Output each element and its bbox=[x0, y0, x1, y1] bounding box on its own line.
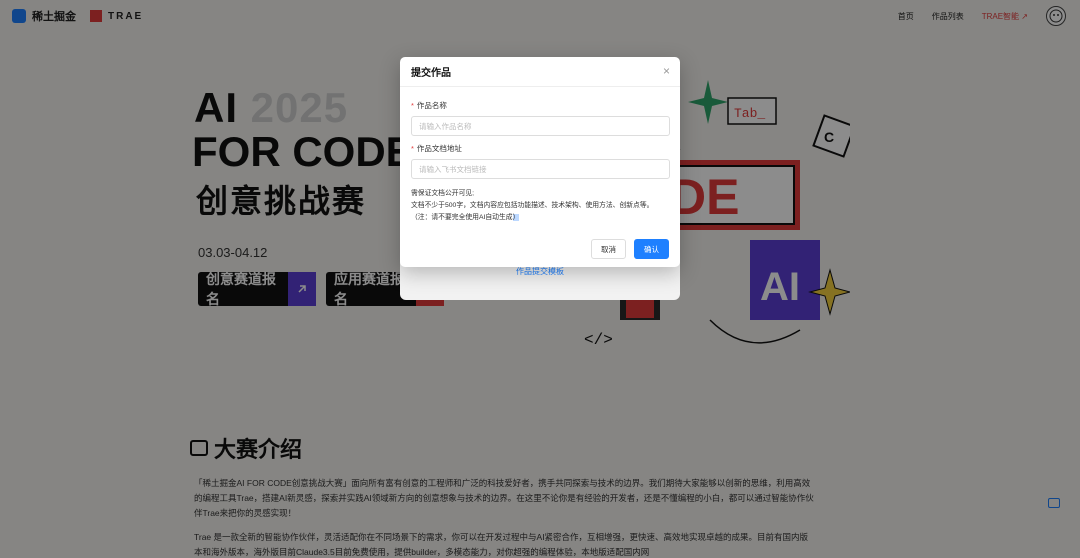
work-url-input[interactable] bbox=[411, 159, 670, 179]
submission-note: 需保证文档公开可见; 文档不少于500字，文档内容应包括功能描述、技术架构、使用… bbox=[411, 190, 654, 221]
work-name-input[interactable] bbox=[411, 116, 670, 136]
submit-work-modal: 提交作品 × *作品名称 *作品文档地址 需保证文档公开可见; 文档不少于500… bbox=[400, 57, 680, 267]
modal-header: 提交作品 bbox=[400, 57, 680, 87]
work-url-label: * 作品文档地址 bbox=[411, 144, 462, 153]
modal-title: 提交作品 bbox=[411, 68, 451, 79]
cancel-button[interactable]: 取消 bbox=[591, 239, 626, 259]
template-link[interactable]: 作品提交模板 bbox=[516, 266, 564, 300]
confirm-button[interactable]: 确认 bbox=[634, 239, 669, 259]
close-icon[interactable]: × bbox=[663, 65, 670, 77]
work-name-label: * 作品名称 bbox=[411, 101, 447, 110]
